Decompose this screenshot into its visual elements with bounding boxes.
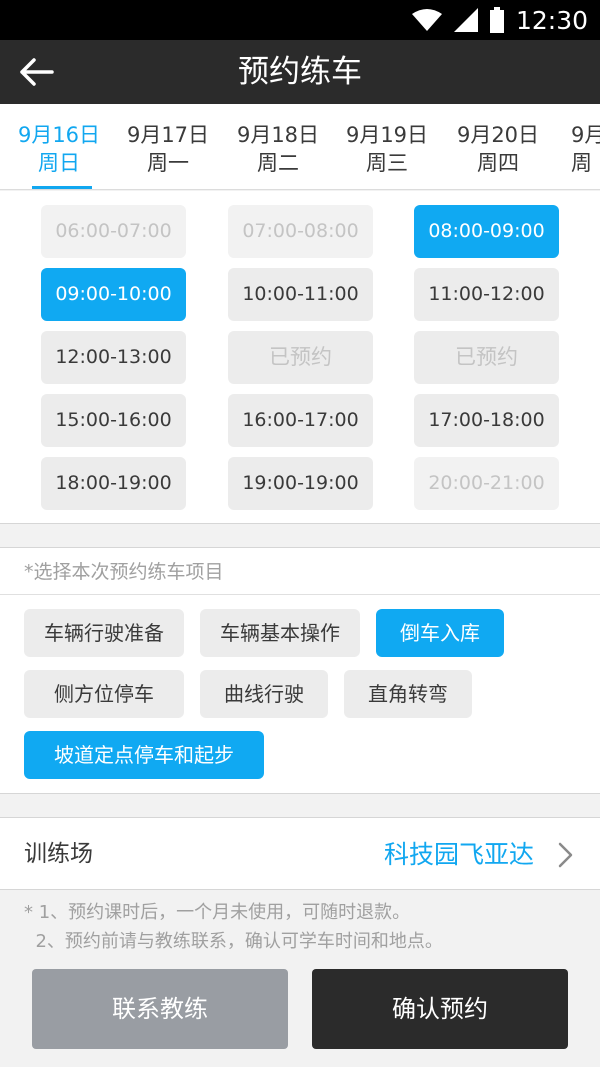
- date-tabs: 9月16日 周日 9月17日 周一 9月18日 周二 9月19日 周三 9月20…: [0, 104, 600, 190]
- time-slot-booked: 已预约: [414, 331, 559, 384]
- tab-date-label: 9月20日: [456, 123, 540, 147]
- tab-date-label: 9月: [571, 123, 600, 147]
- time-slot: 07:00-08:00: [228, 205, 373, 258]
- page-title: 预约练车: [238, 54, 362, 90]
- time-slot: 06:00-07:00: [41, 205, 186, 258]
- tab-weekday-label: 周一: [147, 151, 189, 175]
- note-line: * 1、预约课时后，一个月未使用，可随时退款。: [24, 902, 411, 923]
- clock-time: 12:30: [515, 5, 588, 35]
- tab-date-0[interactable]: 9月16日 周日: [4, 104, 114, 189]
- project-chip[interactable]: 侧方位停车: [24, 670, 184, 718]
- time-slot[interactable]: 15:00-16:00: [41, 394, 186, 447]
- project-chip[interactable]: 直角转弯: [344, 670, 472, 718]
- wifi-icon: [411, 9, 442, 31]
- time-slot[interactable]: 10:00-11:00: [228, 268, 373, 321]
- tab-date-3[interactable]: 9月19日 周三: [332, 104, 442, 189]
- tab-weekday-label: 周四: [477, 151, 519, 175]
- time-slot[interactable]: 08:00-09:00: [414, 205, 559, 258]
- tab-date-2[interactable]: 9月18日 周二: [223, 104, 333, 189]
- note-line: 2、预约前请与教练联系，确认可学车时间和地点。: [24, 931, 443, 952]
- project-section: *选择本次预约练车项目 车辆行驶准备 车辆基本操作 倒车入库 侧方位停车 曲线行…: [0, 547, 600, 794]
- venue-row[interactable]: 训练场 科技园飞亚达: [0, 817, 600, 890]
- time-slot[interactable]: 09:00-10:00: [41, 268, 186, 321]
- app-bar: 预约练车: [0, 40, 600, 104]
- tab-weekday-label: 周二: [257, 151, 299, 175]
- time-slot[interactable]: 16:00-17:00: [228, 394, 373, 447]
- cell-signal-icon: [453, 8, 478, 32]
- tab-date-label: 9月16日: [17, 123, 101, 147]
- chevron-right-icon: [558, 842, 573, 868]
- time-slot[interactable]: 17:00-18:00: [414, 394, 559, 447]
- time-slot: 20:00-21:00: [414, 457, 559, 510]
- tab-weekday-label: 周三: [366, 151, 408, 175]
- tab-date-label: 9月17日: [126, 123, 210, 147]
- project-chip[interactable]: 车辆基本操作: [200, 609, 360, 657]
- time-slot[interactable]: 18:00-19:00: [41, 457, 186, 510]
- contact-coach-button[interactable]: 联系教练: [32, 969, 288, 1049]
- battery-icon: [489, 7, 504, 33]
- tab-date-1[interactable]: 9月17日 周一: [113, 104, 223, 189]
- tab-weekday-label: 周日: [38, 151, 80, 175]
- project-chip[interactable]: 曲线行驶: [200, 670, 328, 718]
- time-slot[interactable]: 19:00-19:00: [228, 457, 373, 510]
- project-chip[interactable]: 倒车入库: [376, 609, 504, 657]
- time-slot[interactable]: 11:00-12:00: [414, 268, 559, 321]
- time-slot-grid: 06:00-07:00 07:00-08:00 08:00-09:00 09:0…: [0, 191, 600, 524]
- venue-label: 训练场: [24, 841, 93, 867]
- confirm-booking-button[interactable]: 确认预约: [312, 969, 568, 1049]
- tab-date-4[interactable]: 9月20日 周四: [443, 104, 553, 189]
- tab-weekday-label: 周: [571, 151, 592, 175]
- tab-date-label: 9月19日: [345, 123, 429, 147]
- venue-value: 科技园飞亚达: [383, 840, 534, 869]
- tab-date-5[interactable]: 9月 周: [555, 104, 600, 189]
- status-bar: 12:30: [0, 0, 600, 40]
- time-slot[interactable]: 12:00-13:00: [41, 331, 186, 384]
- divider: [0, 594, 600, 595]
- project-chip[interactable]: 坡道定点停车和起步: [24, 731, 264, 779]
- tab-date-label: 9月18日: [236, 123, 320, 147]
- project-chip[interactable]: 车辆行驶准备: [24, 609, 184, 657]
- project-section-header: *选择本次预约练车项目: [24, 561, 224, 583]
- time-slot-booked: 已预约: [228, 331, 373, 384]
- notes: * 1、预约课时后，一个月未使用，可随时退款。 2、预约前请与教练联系，确认可学…: [24, 898, 443, 956]
